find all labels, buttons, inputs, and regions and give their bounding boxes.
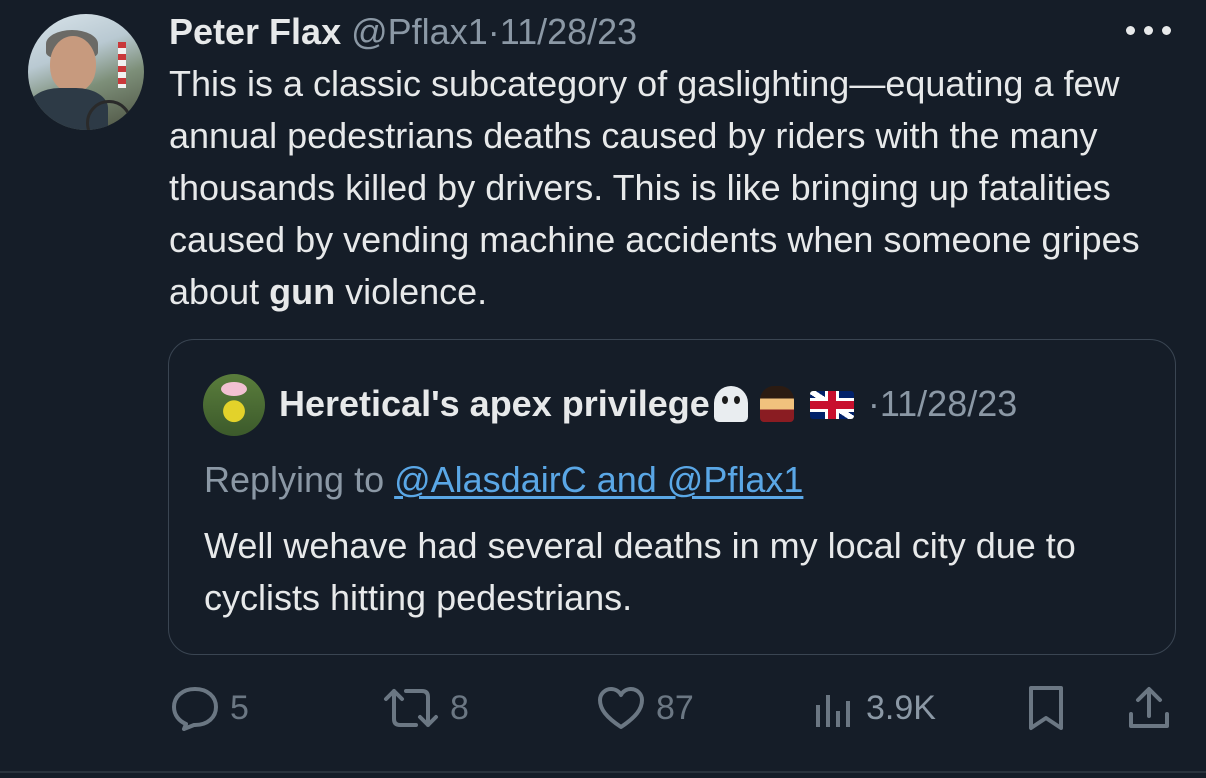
view-count: 3.9K xyxy=(866,688,936,727)
replying-mentions-link[interactable]: @AlasdairC and @Pflax1 xyxy=(394,459,803,500)
ghost-emoji-icon xyxy=(713,386,748,422)
reply-icon xyxy=(172,687,218,731)
views-chart-icon xyxy=(816,695,850,727)
divider xyxy=(0,771,1206,773)
views-button[interactable]: 3.9K xyxy=(812,680,936,736)
author-avatar[interactable] xyxy=(28,14,144,130)
date-separator: · xyxy=(487,11,500,52)
author-handle[interactable]: @Pflax1 xyxy=(351,11,488,52)
quoted-tweet-text: Well wehave had several deaths in my loc… xyxy=(204,525,1076,618)
replying-prefix: Replying to xyxy=(204,459,395,500)
tweet-text-bold: gun xyxy=(269,271,336,312)
share-icon xyxy=(1129,687,1169,728)
tweet-text: This is a classic subcategory of gasligh… xyxy=(169,58,1189,318)
bookmark-icon xyxy=(1029,686,1063,730)
reply-count: 5 xyxy=(230,688,249,727)
repost-icon xyxy=(384,689,438,727)
reply-button[interactable]: 5 xyxy=(170,680,249,736)
quoted-tweet[interactable]: Heretical's apex privilege ·11/28/23 Rep… xyxy=(168,339,1176,655)
repost-button[interactable]: 8 xyxy=(382,680,469,736)
uk-flag-emoji-icon xyxy=(809,391,854,419)
author-name[interactable]: Peter Flax xyxy=(169,11,341,52)
tweet-text-end: violence. xyxy=(335,271,488,312)
quoted-author-name[interactable]: Heretical's apex privilege xyxy=(279,383,710,424)
replying-to: Replying to @AlasdairC and @Pflax1 xyxy=(204,458,803,502)
heart-icon xyxy=(598,687,644,729)
action-bar: 5 8 87 3.9K xyxy=(0,680,1206,736)
quoted-author-avatar[interactable] xyxy=(203,374,265,436)
share-button[interactable] xyxy=(1126,680,1172,736)
quoted-tweet-date[interactable]: 11/28/23 xyxy=(880,383,1017,424)
quoted-tweet-header: Heretical's apex privilege ·11/28/23 xyxy=(279,382,1017,426)
tweet: Peter Flax @Pflax1·11/28/23 This is a cl… xyxy=(0,0,1206,778)
tweet-date[interactable]: 11/28/23 xyxy=(500,11,637,52)
like-button[interactable]: 87 xyxy=(596,680,694,736)
quoted-date-separator: · xyxy=(867,383,880,424)
repost-count: 8 xyxy=(450,688,469,727)
like-count: 87 xyxy=(656,688,694,727)
vampire-emoji-icon xyxy=(759,386,794,422)
more-options-icon[interactable] xyxy=(1126,20,1174,40)
bookmark-button[interactable] xyxy=(1026,680,1066,736)
tweet-header: Peter Flax @Pflax1·11/28/23 xyxy=(169,10,637,54)
